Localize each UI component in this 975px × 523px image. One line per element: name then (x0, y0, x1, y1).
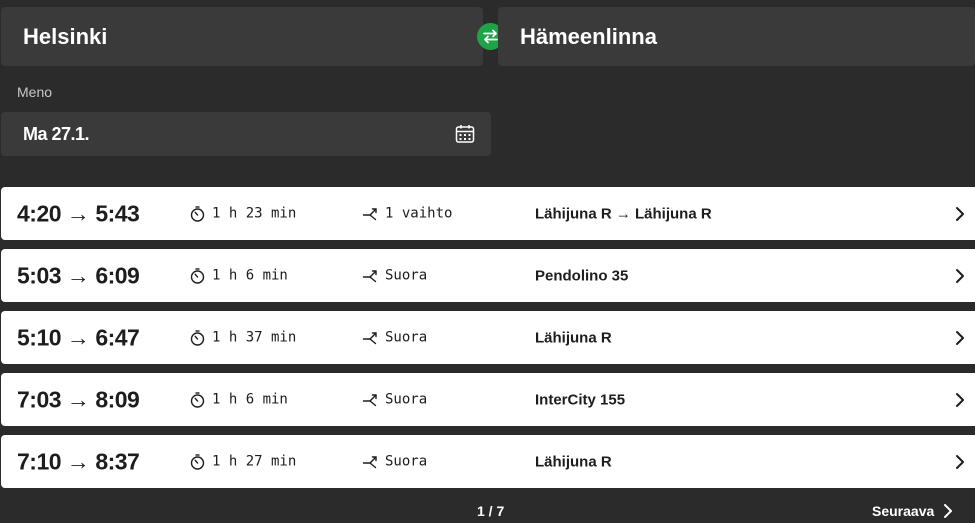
train-types: Lähijuna R (535, 329, 612, 346)
stopwatch-icon (190, 267, 205, 284)
train-types: Lähijuna R (535, 453, 612, 470)
travel-duration: 1 h 27 min (189, 453, 296, 470)
transfer-text: Suora (385, 391, 428, 408)
from-station-field[interactable]: Helsinki (1, 7, 483, 66)
train-types: Pendolino 35 (535, 267, 629, 284)
transfer-info: Suora (362, 329, 427, 346)
duration-text: 1 h 27 min (212, 453, 297, 470)
stopwatch-icon (190, 453, 205, 470)
transfer-info: Suora (362, 267, 427, 284)
journey-planner: Helsinki Hämeenlinna Meno Ma 27.1. 4:20 … (0, 0, 975, 523)
transfer-info: Suora (362, 453, 427, 470)
travel-duration: 1 h 6 min (189, 267, 288, 284)
next-page-button[interactable]: Seuraava (872, 503, 954, 519)
transfer-text: Suora (385, 267, 428, 284)
chevron-right-icon (944, 504, 953, 518)
connection-row[interactable]: 7:10 → 8:37 1 h 27 min Suora Lähijuna R (1, 435, 975, 488)
connection-row[interactable]: 4:20 → 5:43 1 h 23 min 1 vaihto Lähijuna… (1, 187, 975, 240)
transfer-text: Suora (385, 453, 428, 470)
duration-text: 1 h 6 min (212, 391, 288, 408)
route-branch-icon (362, 331, 377, 344)
transfer-info: 1 vaihto (362, 205, 452, 222)
connection-row[interactable]: 5:10 → 6:47 1 h 37 min Suora Lähijuna R (1, 311, 975, 364)
chevron-right-icon (956, 392, 964, 407)
to-station-value: Hämeenlinna (520, 23, 657, 49)
calendar-icon[interactable] (455, 124, 475, 144)
chevron-right-icon (956, 330, 964, 345)
duration-text: 1 h 6 min (212, 267, 288, 284)
departure-date-value: Ma 27.1. (23, 123, 90, 144)
train-types: InterCity 155 (535, 391, 626, 408)
departure-arrival-times: 5:10 → 6:47 (17, 324, 140, 350)
duration-text: 1 h 23 min (212, 205, 297, 222)
transfer-info: Suora (362, 391, 427, 408)
connection-row[interactable]: 7:03 → 8:09 1 h 6 min Suora InterCity 15… (1, 373, 975, 426)
stopwatch-icon (190, 329, 205, 346)
to-station-field[interactable]: Hämeenlinna (498, 7, 975, 66)
departure-date-field[interactable]: Ma 27.1. (1, 112, 491, 156)
chevron-right-icon (956, 268, 964, 283)
travel-duration: 1 h 23 min (189, 205, 296, 222)
departure-arrival-times: 5:03 → 6:09 (17, 262, 140, 288)
chevron-right-icon (956, 454, 964, 469)
route-branch-icon (362, 455, 377, 468)
transfer-text: 1 vaihto (385, 205, 453, 222)
stopwatch-icon (190, 205, 205, 222)
departure-arrival-times: 4:20 → 5:43 (17, 200, 140, 226)
route-branch-icon (362, 393, 377, 406)
duration-text: 1 h 37 min (212, 329, 297, 346)
departure-date-label: Meno (17, 84, 53, 100)
connection-row[interactable]: 5:03 → 6:09 1 h 6 min Suora Pendolino 35 (1, 249, 975, 302)
departure-arrival-times: 7:10 → 8:37 (17, 448, 140, 474)
train-types: Lähijuna R → Lähijuna R (535, 205, 712, 222)
swap-arrows-icon (483, 29, 498, 44)
travel-duration: 1 h 37 min (189, 329, 296, 346)
from-station-value: Helsinki (23, 23, 108, 49)
travel-duration: 1 h 6 min (189, 391, 288, 408)
route-branch-icon (362, 269, 377, 282)
chevron-right-icon (956, 206, 964, 221)
next-page-label: Seuraava (872, 503, 935, 519)
stopwatch-icon (190, 391, 205, 408)
route-branch-icon (362, 207, 377, 220)
transfer-text: Suora (385, 329, 428, 346)
departure-arrival-times: 7:03 → 8:09 (17, 386, 140, 412)
page-indicator: 1 / 7 (477, 503, 505, 519)
